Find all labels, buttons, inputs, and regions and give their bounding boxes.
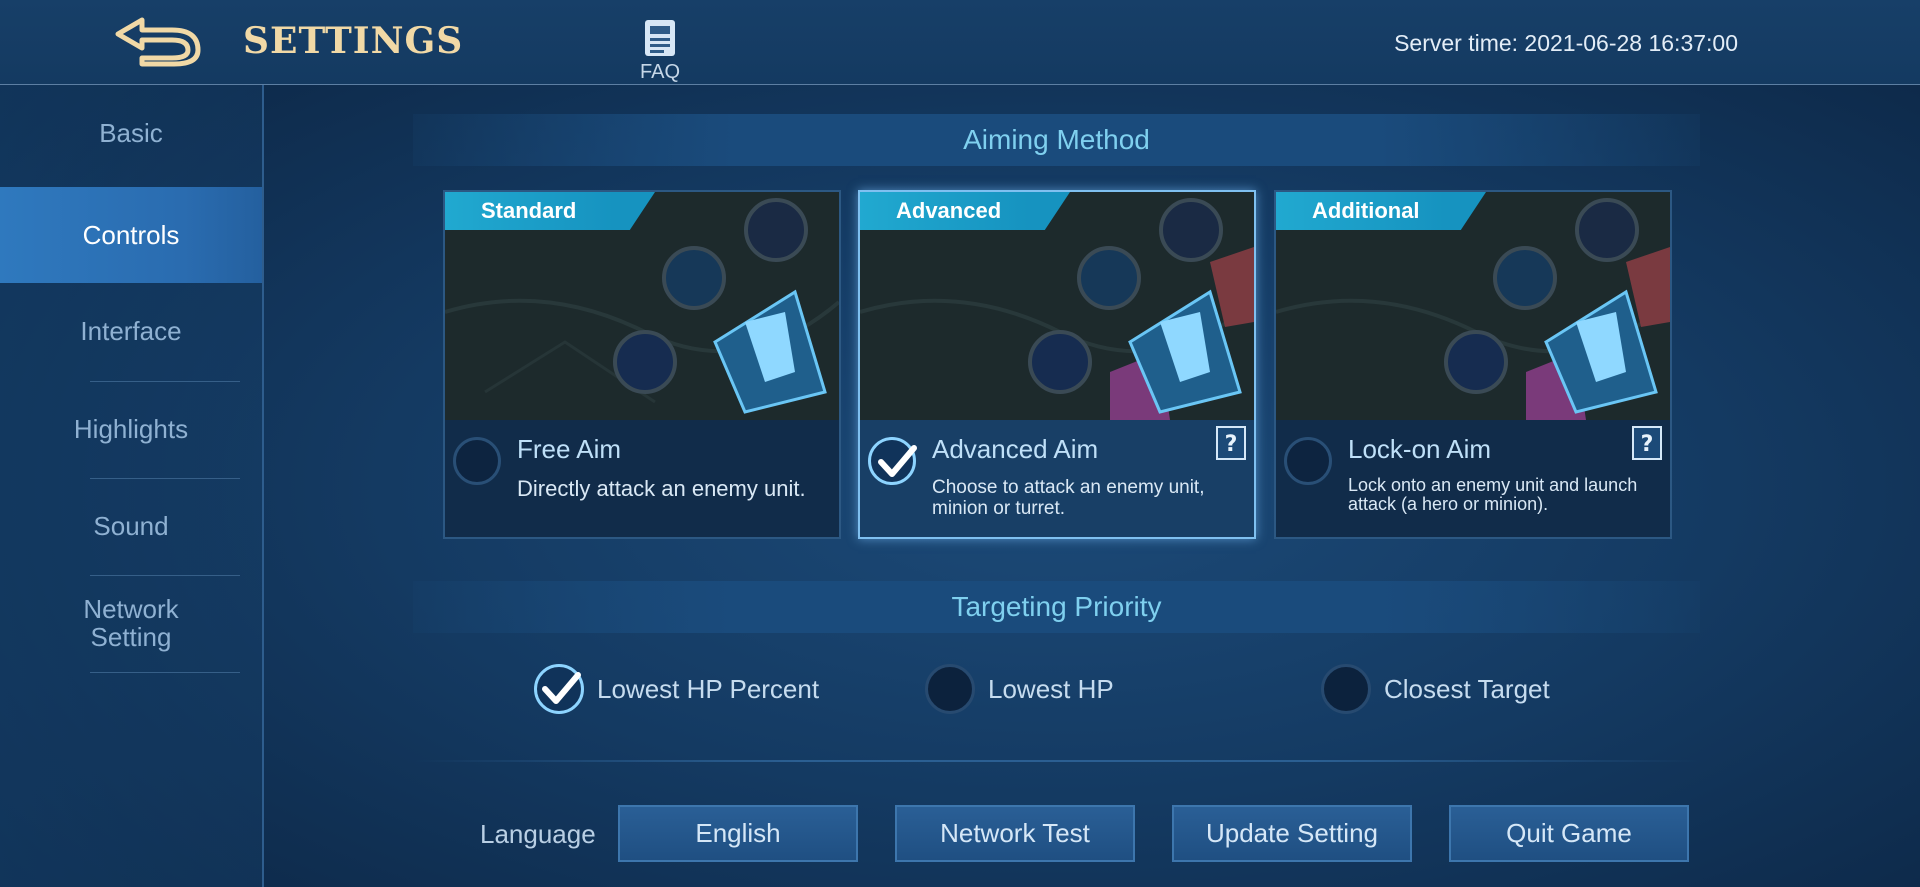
update-setting-button[interactable]: Update Setting [1172, 805, 1412, 862]
target-option-lowest-hp[interactable]: Lowest HP [925, 662, 1114, 716]
svg-text:?: ? [1225, 432, 1238, 457]
sidebar-item-basic[interactable]: Basic [0, 85, 262, 181]
card-title: Lock-on Aim [1348, 434, 1492, 464]
option-label: Closest Target [1384, 673, 1550, 704]
card-tag: Standard [445, 192, 655, 230]
sidebar-item-interface[interactable]: Interface [0, 283, 262, 379]
back-arrow-icon [115, 17, 201, 67]
card-description: Choose to attack an enemy unit, minion o… [932, 477, 1205, 519]
header-bar: SETTINGS FAQ Server time: 2021-06-28 16:… [0, 0, 1920, 85]
radio-button[interactable] [1284, 437, 1332, 485]
card-description: Directly attack an enemy unit. [517, 476, 806, 501]
quit-game-button[interactable]: Quit Game [1449, 805, 1689, 862]
back-button[interactable] [112, 12, 204, 68]
checkmark-icon [878, 445, 917, 477]
card-title: Free Aim [517, 434, 622, 464]
option-label: Lowest HP Percent [597, 673, 820, 704]
radio-button-checked[interactable] [534, 664, 584, 714]
server-time: Server time: 2021-06-28 16:37:00 [1394, 30, 1738, 56]
targeting-priority-header: Targeting Priority [413, 581, 1700, 633]
radio-button[interactable] [453, 437, 501, 485]
checkmark-icon [542, 672, 581, 704]
aim-card-advanced[interactable]: Advanced Advanced Aim Choose to attack a… [858, 190, 1256, 539]
target-option-closest-target[interactable]: Closest Target [1321, 662, 1550, 716]
network-test-button[interactable]: Network Test [895, 805, 1135, 862]
target-option-lowest-hp-percent[interactable]: Lowest HP Percent [534, 662, 819, 716]
sidebar-divider [90, 672, 240, 673]
card-description: Lock onto an enemy unit and launch attac… [1348, 475, 1638, 514]
language-select-button[interactable]: English [618, 805, 858, 862]
card-tag: Advanced [860, 192, 1070, 230]
svg-text:?: ? [1641, 432, 1654, 457]
aim-card-lock-on[interactable]: Additional Lock-on Aim Lock onto an enem… [1274, 190, 1672, 539]
card-title: Advanced Aim [932, 434, 1099, 464]
aiming-method-header: Aiming Method [413, 114, 1700, 166]
help-icon[interactable]: ? [1216, 426, 1246, 460]
section-divider [413, 760, 1700, 762]
help-icon[interactable]: ? [1632, 426, 1662, 460]
card-tag: Additional [1276, 192, 1486, 230]
sidebar-item-network-setting[interactable]: Network Setting [0, 575, 262, 671]
page-title: SETTINGS [243, 20, 464, 62]
sidebar-item-highlights[interactable]: Highlights [0, 381, 262, 477]
sidebar-item-controls[interactable]: Controls [0, 187, 262, 283]
faq-button[interactable]: FAQ [632, 18, 688, 84]
aim-card-free[interactable]: Standard Free Aim Directly attack an ene… [443, 190, 841, 539]
language-label: Language [480, 819, 596, 849]
radio-button[interactable] [925, 664, 975, 714]
document-icon [645, 20, 675, 56]
radio-button-checked[interactable] [868, 437, 917, 485]
radio-button[interactable] [1321, 664, 1371, 714]
faq-label: FAQ [639, 61, 680, 83]
option-label: Lowest HP [988, 673, 1114, 704]
sidebar: Basic Controls Interface Highlights Soun… [0, 85, 264, 887]
sidebar-item-sound[interactable]: Sound [0, 478, 262, 574]
